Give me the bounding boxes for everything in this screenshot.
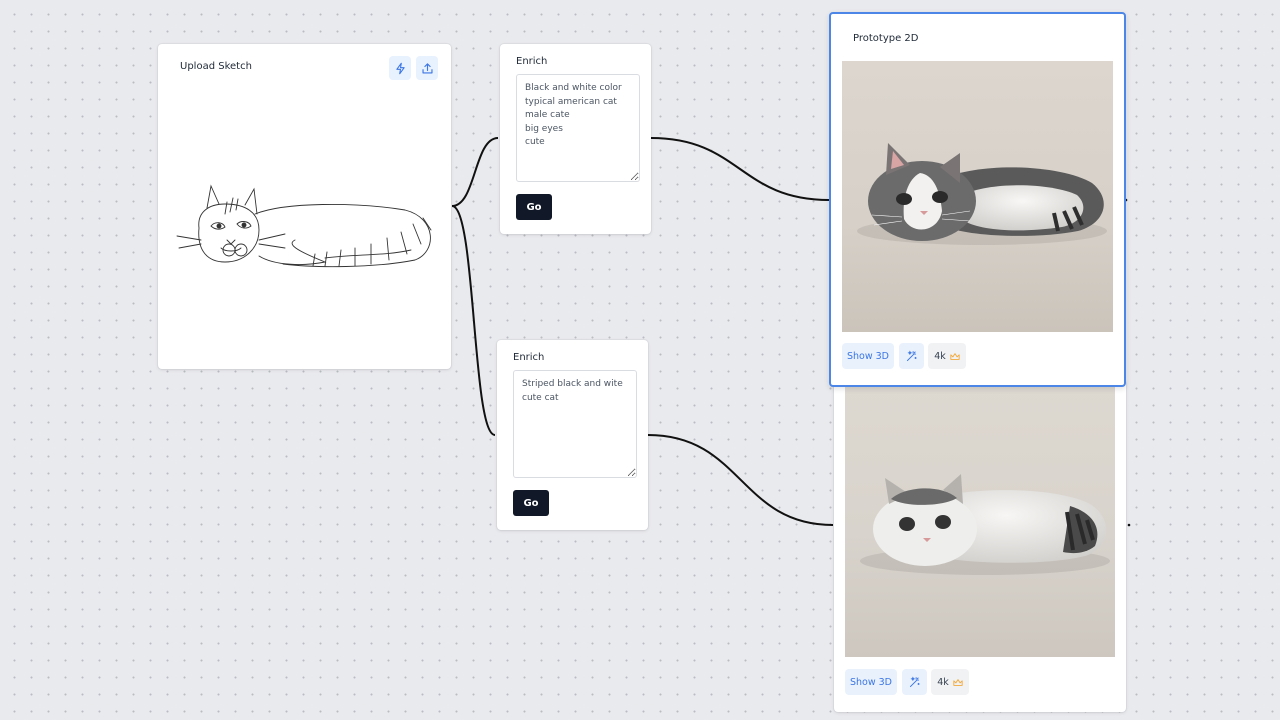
upload-sketch-title: Upload Sketch	[180, 61, 252, 72]
resolution-label: 4k	[934, 350, 946, 362]
resolution-4k-button[interactable]: 4k	[931, 669, 969, 695]
enrich-prompt-input[interactable]	[516, 74, 640, 182]
upload-icon	[421, 62, 433, 74]
go-button[interactable]: Go	[513, 490, 549, 516]
magic-wand-icon	[906, 350, 917, 361]
resolution-4k-button[interactable]: 4k	[928, 343, 966, 369]
enrich-title: Enrich	[513, 352, 545, 363]
go-button[interactable]: Go	[516, 194, 552, 220]
enrich-node-2[interactable]: Enrich Go	[497, 340, 648, 530]
crown-icon	[953, 678, 963, 687]
upload-sketch-node[interactable]: Upload Sketch	[158, 44, 451, 369]
enrich-prompt-input[interactable]	[513, 370, 637, 478]
resolution-label: 4k	[937, 676, 949, 688]
generated-cat-image	[842, 61, 1113, 332]
enrich-node-1[interactable]: Enrich Go	[500, 44, 651, 234]
prototype-2d-title: Prototype 2D	[853, 33, 919, 44]
crown-icon	[950, 352, 960, 361]
wire-upload-enrich2	[451, 205, 496, 436]
lightning-icon	[395, 62, 405, 74]
wire-enrich1-proto1	[650, 137, 830, 201]
magic-wand-button[interactable]	[899, 343, 924, 369]
prototype-2d-node-1[interactable]: Prototype 2D Show 3D 4k	[829, 12, 1126, 387]
cat-sketch-image	[176, 184, 432, 268]
generated-cat-image	[845, 386, 1115, 657]
enrich-title: Enrich	[516, 56, 548, 67]
show-3d-button[interactable]: Show 3D	[842, 343, 894, 369]
wire-upload-enrich1	[451, 137, 499, 207]
magic-wand-button[interactable]	[902, 669, 927, 695]
wire-enrich2-proto2	[647, 434, 834, 526]
prototype-2d-node-2[interactable]: Show 3D 4k	[834, 380, 1126, 712]
show-3d-button[interactable]: Show 3D	[845, 669, 897, 695]
magic-wand-icon	[909, 676, 920, 687]
upload-button[interactable]	[416, 56, 438, 80]
enhance-button[interactable]	[389, 56, 411, 80]
